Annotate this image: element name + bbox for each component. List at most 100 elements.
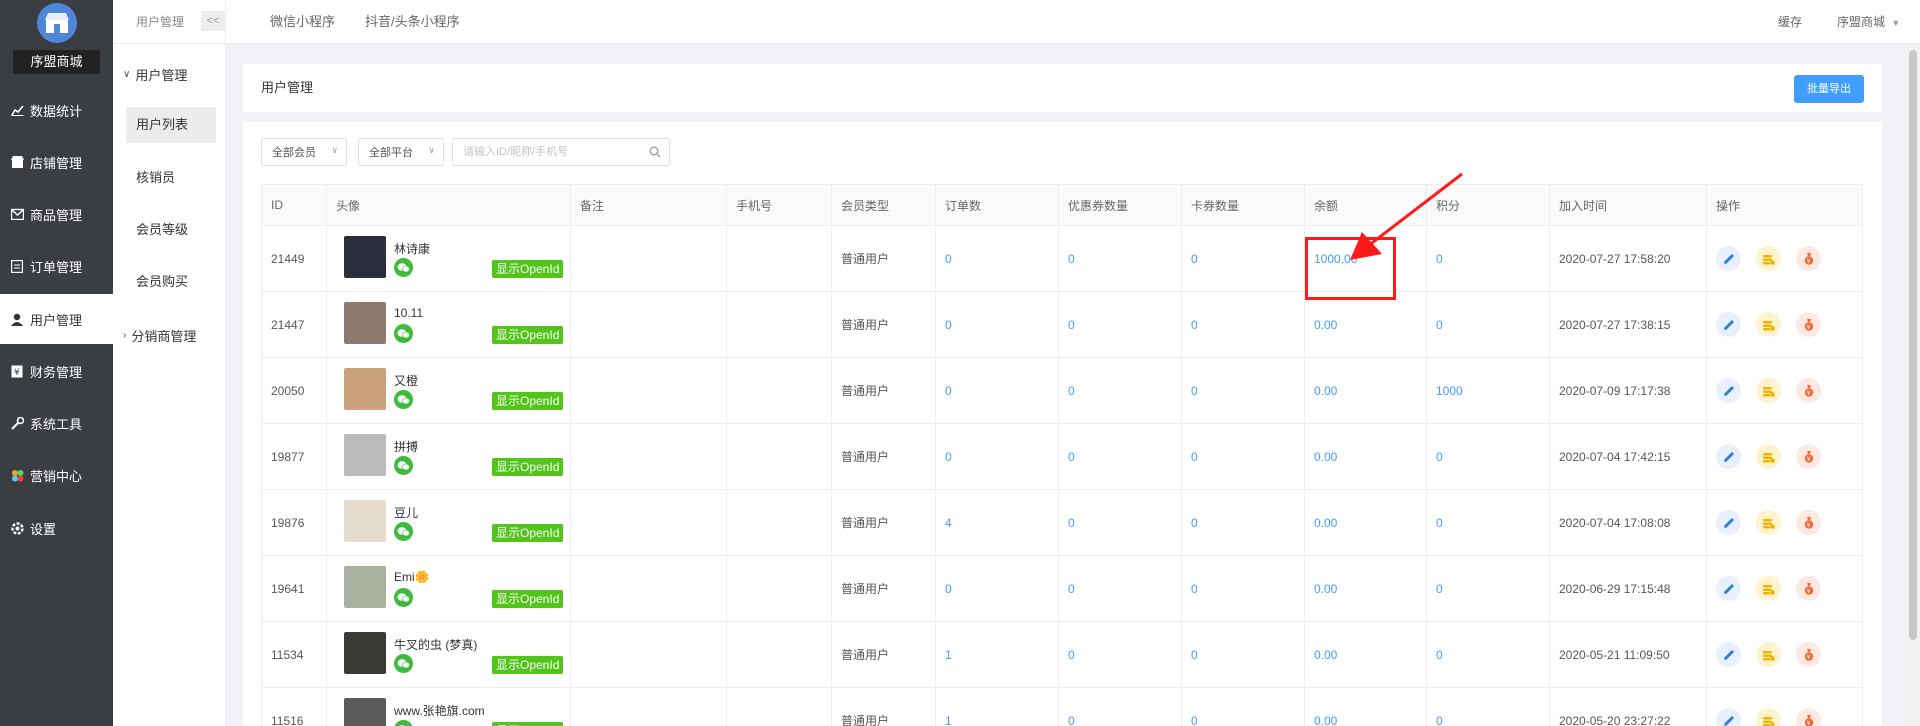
member-filter-select[interactable]: 全部会员 ∨ [261, 138, 347, 166]
edit-icon[interactable] [1716, 708, 1741, 726]
cell-balance-link[interactable]: 0.00 [1304, 555, 1427, 622]
sub-nav-item-member-purchase[interactable]: 会员购买 [126, 264, 216, 300]
cell-points-link[interactable]: 0 [1426, 621, 1550, 688]
show-openid-button[interactable]: 显示OpenId [492, 458, 564, 476]
edit-icon[interactable] [1716, 378, 1741, 403]
cell-balance-link[interactable]: 0.00 [1304, 489, 1427, 556]
platform-filter-select[interactable]: 全部平台 ∨ [358, 138, 444, 166]
nav-item-marketing[interactable]: 营销中心 [0, 450, 113, 500]
cell-coupons-link[interactable]: 0 [1058, 357, 1182, 424]
recharge-icon[interactable] [1756, 378, 1781, 403]
show-openid-button[interactable]: 显示OpenId [492, 392, 564, 410]
money-bag-icon[interactable]: ¥ [1796, 576, 1821, 601]
table-header-row: ID 头像 备注 手机号 会员类型 订单数 优惠券数量 卡券数量 余额 积分 加… [261, 184, 1863, 226]
cell-coupons-link[interactable]: 0 [1058, 423, 1182, 490]
cell-coupons-link[interactable]: 0 [1058, 687, 1182, 726]
money-bag-icon[interactable]: ¥ [1796, 708, 1821, 726]
cell-cards-link[interactable]: 0 [1181, 687, 1305, 726]
money-bag-icon[interactable]: ¥ [1796, 312, 1821, 337]
money-bag-icon[interactable]: ¥ [1796, 444, 1821, 469]
show-openid-button[interactable]: 显示OpenId [492, 722, 564, 726]
show-openid-button[interactable]: 显示OpenId [492, 524, 564, 542]
recharge-icon[interactable] [1756, 708, 1781, 726]
show-openid-button[interactable]: 显示OpenId [492, 590, 564, 608]
cell-points-link[interactable]: 0 [1426, 291, 1550, 358]
edit-icon[interactable] [1716, 510, 1741, 535]
nav-group-users[interactable]: ∨ 用户管理 [123, 65, 187, 84]
recharge-icon[interactable] [1756, 642, 1781, 667]
edit-icon[interactable] [1716, 642, 1741, 667]
edit-icon[interactable] [1716, 312, 1741, 337]
search-icon[interactable] [649, 146, 661, 161]
cell-points-link[interactable]: 1000 [1426, 357, 1550, 424]
sub-nav-item-member-level[interactable]: 会员等级 [126, 212, 216, 248]
edit-icon[interactable] [1716, 444, 1741, 469]
sub-nav-item-verifier[interactable]: 核销员 [126, 160, 216, 196]
cell-orders-link[interactable]: 0 [935, 423, 1059, 490]
money-bag-icon[interactable]: ¥ [1796, 246, 1821, 271]
cell-balance-link[interactable]: 0.00 [1304, 291, 1427, 358]
column-header-avatar: 头像 [326, 184, 571, 226]
sub-nav-item-user-list[interactable]: 用户列表 [126, 107, 216, 143]
nav-item-users[interactable]: 用户管理 [0, 294, 113, 344]
cell-points-link[interactable]: 0 [1426, 687, 1550, 726]
cell-points-link[interactable]: 0 [1426, 489, 1550, 556]
recharge-icon[interactable] [1756, 312, 1781, 337]
tab-douyin-miniprogram[interactable]: 抖音/头条小程序 [365, 0, 460, 44]
recharge-icon[interactable] [1756, 444, 1781, 469]
cell-orders-link[interactable]: 1 [935, 687, 1059, 726]
cell-balance-link[interactable]: 0.00 [1304, 687, 1427, 726]
cell-cards-link[interactable]: 0 [1181, 555, 1305, 622]
cell-orders-link[interactable]: 0 [935, 291, 1059, 358]
recharge-icon[interactable] [1756, 246, 1781, 271]
edit-icon[interactable] [1716, 576, 1741, 601]
collapse-sidebar-button[interactable]: << [201, 11, 225, 31]
cell-cards-link[interactable]: 0 [1181, 291, 1305, 358]
search-input[interactable] [463, 146, 643, 158]
cell-balance-link[interactable]: 0.00 [1304, 357, 1427, 424]
tab-wechat-miniprogram[interactable]: 微信小程序 [270, 0, 335, 44]
cell-balance-link[interactable]: 0.00 [1304, 621, 1427, 688]
nav-item-settings[interactable]: 设置 [0, 503, 113, 553]
store-logo[interactable] [37, 3, 77, 43]
cell-orders-link[interactable]: 0 [935, 225, 1059, 292]
money-bag-icon[interactable]: ¥ [1796, 510, 1821, 535]
cell-orders-link[interactable]: 0 [935, 357, 1059, 424]
show-openid-button[interactable]: 显示OpenId [492, 326, 564, 344]
money-bag-icon[interactable]: ¥ [1796, 378, 1821, 403]
nav-item-finance[interactable]: ¥ 财务管理 [0, 346, 113, 396]
cell-user: 豆儿 显示OpenId [326, 489, 571, 556]
page-scrollbar-thumb[interactable] [1909, 50, 1917, 640]
nav-group-distributors[interactable]: › 分销商管理 [123, 326, 196, 345]
edit-icon[interactable] [1716, 246, 1741, 271]
nav-item-tools[interactable]: 系统工具 [0, 398, 113, 448]
store-switcher[interactable]: 序盟商城 ▼ [1837, 0, 1900, 44]
cell-cards-link[interactable]: 0 [1181, 357, 1305, 424]
show-openid-button[interactable]: 显示OpenId [492, 260, 564, 278]
recharge-icon[interactable] [1756, 510, 1781, 535]
money-bag-icon[interactable]: ¥ [1796, 642, 1821, 667]
show-openid-button[interactable]: 显示OpenId [492, 656, 564, 674]
cell-coupons-link[interactable]: 0 [1058, 555, 1182, 622]
nav-item-goods[interactable]: 商品管理 [0, 189, 113, 239]
cell-cards-link[interactable]: 0 [1181, 621, 1305, 688]
cell-orders-link[interactable]: 1 [935, 621, 1059, 688]
cell-coupons-link[interactable]: 0 [1058, 621, 1182, 688]
cell-cards-link[interactable]: 0 [1181, 423, 1305, 490]
cell-coupons-link[interactable]: 0 [1058, 225, 1182, 292]
cell-points-link[interactable]: 0 [1426, 423, 1550, 490]
bulk-export-button[interactable]: 批量导出 [1794, 75, 1864, 103]
cell-cards-link[interactable]: 0 [1181, 489, 1305, 556]
nav-item-orders[interactable]: 订单管理 [0, 241, 113, 291]
cell-balance-link[interactable]: 0.00 [1304, 423, 1427, 490]
cell-coupons-link[interactable]: 0 [1058, 291, 1182, 358]
nav-item-store[interactable]: 店铺管理 [0, 137, 113, 187]
cache-button[interactable]: 缓存 [1778, 0, 1802, 44]
recharge-icon[interactable] [1756, 576, 1781, 601]
cell-coupons-link[interactable]: 0 [1058, 489, 1182, 556]
cell-cards-link[interactable]: 0 [1181, 225, 1305, 292]
cell-orders-link[interactable]: 4 [935, 489, 1059, 556]
cell-points-link[interactable]: 0 [1426, 555, 1550, 622]
cell-orders-link[interactable]: 0 [935, 555, 1059, 622]
nav-item-stats[interactable]: 数据统计 [0, 85, 113, 135]
